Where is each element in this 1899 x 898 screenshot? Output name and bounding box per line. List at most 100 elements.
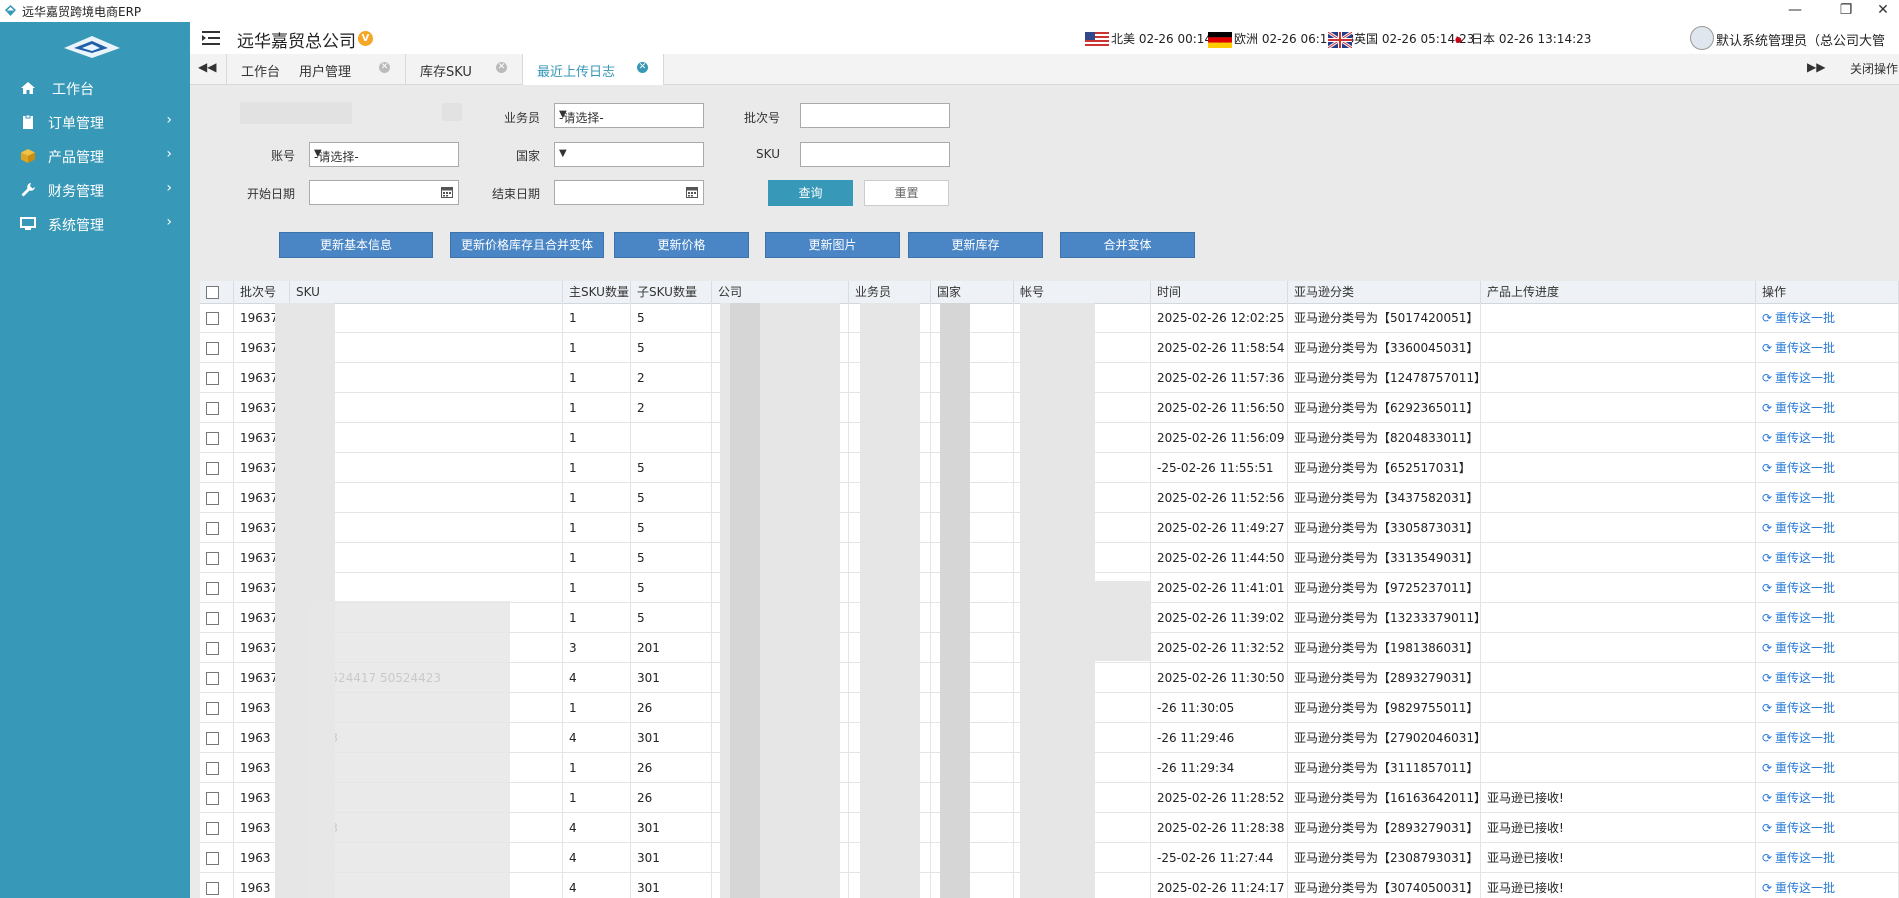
cell-main: 3 [563,633,631,663]
row-checkbox[interactable] [206,402,219,415]
tab-user-management[interactable]: 用户管理 ✕ [285,54,406,84]
column-header[interactable]: 公司 [712,281,849,303]
reupload-batch-link[interactable]: ⟳ 重传这一批 [1762,401,1835,415]
row-checkbox[interactable] [206,432,219,445]
tabs-scroll-right-button[interactable]: ▶▶ [1807,60,1825,74]
reupload-batch-link[interactable]: ⟳ 重传这一批 [1762,701,1835,715]
column-header[interactable]: 国家 [931,281,1014,303]
row-checkbox[interactable] [206,312,219,325]
reupload-batch-link[interactable]: ⟳ 重传这一批 [1762,341,1835,355]
reupload-batch-link[interactable]: ⟳ 重传这一批 [1762,431,1835,445]
sidebar-item-workbench[interactable]: 工作台 [0,72,190,106]
column-header[interactable]: 业务员 [849,281,931,303]
row-checkbox[interactable] [206,822,219,835]
reupload-batch-link[interactable]: ⟳ 重传这一批 [1762,311,1835,325]
tab-workbench[interactable]: 工作台 [226,54,286,84]
close-icon[interactable]: ✕ [379,62,390,73]
user-name: 默认系统管理员（总公司大管 [1716,34,1886,49]
column-header[interactable]: 产品上传进度 [1481,281,1756,303]
column-header[interactable]: 子SKU数量 [631,281,712,303]
update-stock-button[interactable]: 更新库存 [908,232,1043,258]
reupload-batch-link[interactable]: ⟳ 重传这一批 [1762,821,1835,835]
reupload-batch-link[interactable]: ⟳ 重传这一批 [1762,851,1835,865]
row-checkbox[interactable] [206,342,219,355]
column-header[interactable]: 主SKU数量 [563,281,631,303]
update-price-button[interactable]: 更新价格 [614,232,749,258]
row-select-cell [200,543,234,573]
row-checkbox[interactable] [206,372,219,385]
sku-input[interactable] [800,142,950,167]
end-date-input[interactable] [554,180,704,205]
row-checkbox[interactable] [206,492,219,505]
sidebar-item-products[interactable]: 产品管理 › [0,140,190,174]
column-header[interactable]: 亚马逊分类 [1288,281,1481,303]
row-action-cell: ⟳ 重传这一批 [1756,393,1899,423]
select-all-checkbox[interactable] [206,286,219,299]
reupload-batch-link[interactable]: ⟳ 重传这一批 [1762,641,1835,655]
column-header[interactable]: 批次号 [234,281,290,303]
country-select[interactable]: ▼ [554,142,704,167]
tab-recent-upload-log[interactable]: 最近上传日志 ✕ [523,54,664,85]
reupload-batch-link[interactable]: ⟳ 重传这一批 [1762,491,1835,505]
reupload-batch-link[interactable]: ⟳ 重传这一批 [1762,881,1835,895]
row-checkbox[interactable] [206,852,219,865]
reupload-batch-link[interactable]: ⟳ 重传这一批 [1762,551,1835,565]
refresh-icon: ⟳ [1762,761,1773,775]
column-header[interactable]: 时间 [1151,281,1288,303]
reupload-batch-link[interactable]: ⟳ 重传这一批 [1762,371,1835,385]
row-checkbox[interactable] [206,612,219,625]
menu-toggle-icon[interactable] [202,30,220,46]
column-header[interactable]: 操作 [1756,281,1899,303]
row-checkbox[interactable] [206,762,219,775]
restore-button[interactable]: ❐ [1830,0,1862,22]
minimize-button[interactable]: — [1779,0,1811,22]
tab-inventory-sku[interactable]: 库存SKU ✕ [406,54,523,84]
row-checkbox[interactable] [206,552,219,565]
reset-button[interactable]: 重置 [864,180,949,206]
batch-input[interactable] [800,103,950,128]
calendar-icon[interactable] [441,186,453,198]
close-icon[interactable]: ✕ [637,62,648,73]
sidebar-item-finance[interactable]: 财务管理 › [0,174,190,208]
close-window-button[interactable]: ✕ [1867,0,1899,22]
select-all-cell[interactable] [200,281,234,303]
column-header[interactable]: SKU [290,281,563,303]
reupload-batch-link[interactable]: ⟳ 重传这一批 [1762,731,1835,745]
update-basic-info-button[interactable]: 更新基本信息 [279,232,433,258]
query-button[interactable]: 查询 [768,180,853,206]
reupload-batch-link[interactable]: ⟳ 重传这一批 [1762,521,1835,535]
reupload-batch-link[interactable]: ⟳ 重传这一批 [1762,671,1835,685]
row-checkbox[interactable] [206,702,219,715]
row-checkbox[interactable] [206,642,219,655]
reupload-batch-link[interactable]: ⟳ 重传这一批 [1762,791,1835,805]
user-menu[interactable]: 默认系统管理员（总公司大管 [1690,25,1899,51]
salesman-select[interactable]: -请选择- ▼ [554,103,704,128]
tabs-scroll-left-button[interactable]: ◀◀ [198,60,216,74]
sidebar-item-label: 财务管理 [48,184,104,200]
reupload-batch-link[interactable]: ⟳ 重传这一批 [1762,611,1835,625]
reupload-batch-link[interactable]: ⟳ 重传这一批 [1762,761,1835,775]
close-icon[interactable]: ✕ [496,62,507,73]
account-select[interactable]: -请选择- ▼ [309,142,459,167]
calendar-icon[interactable] [686,186,698,198]
sidebar-item-system[interactable]: 系统管理 › [0,208,190,242]
close-operations-button[interactable]: 关闭操作 [1850,60,1898,77]
row-checkbox[interactable] [206,792,219,805]
merge-variants-button[interactable]: 合并变体 [1060,232,1195,258]
row-checkbox[interactable] [206,522,219,535]
row-checkbox[interactable] [206,582,219,595]
row-checkbox[interactable] [206,672,219,685]
reupload-batch-link[interactable]: ⟳ 重传这一批 [1762,461,1835,475]
start-date-input[interactable] [309,180,459,205]
sidebar-item-orders[interactable]: 订单管理 › [0,106,190,140]
refresh-icon: ⟳ [1762,641,1773,655]
update-price-stock-merge-variants-button[interactable]: 更新价格库存且合并变体 [450,232,604,258]
row-checkbox[interactable] [206,462,219,475]
cell-progress [1481,573,1756,603]
update-images-button[interactable]: 更新图片 [765,232,900,258]
reupload-batch-link[interactable]: ⟳ 重传这一批 [1762,581,1835,595]
refresh-icon: ⟳ [1762,341,1773,355]
row-checkbox[interactable] [206,882,219,895]
column-header[interactable]: 帐号 [1014,281,1151,303]
row-checkbox[interactable] [206,732,219,745]
